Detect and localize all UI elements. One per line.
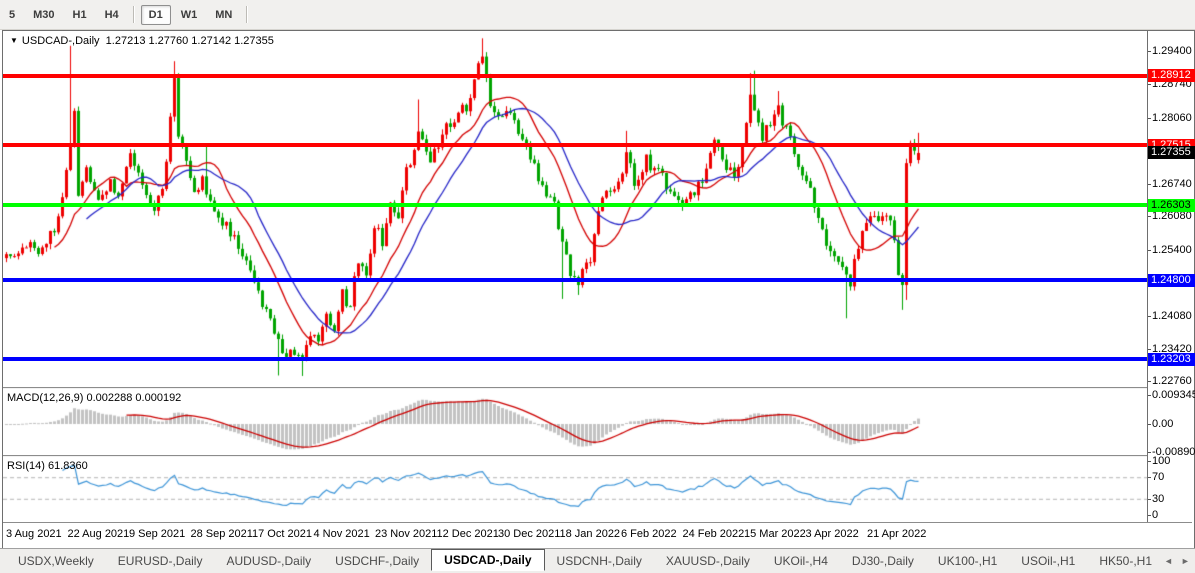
- date-label: 28 Sep 2021: [191, 528, 253, 540]
- panel-separator[interactable]: [3, 387, 1192, 390]
- time-axis[interactable]: 3 Aug 2021 22 Aug 20219 Sep 2021 28 Sep 20…: [3, 522, 1192, 547]
- chart-tab-eurusd-daily[interactable]: EURUSD-,Daily: [106, 552, 215, 570]
- level-price-badge-1.26303: 1.26303: [1148, 199, 1195, 212]
- price-axis[interactable]: 1.294001.287401.280601.267401.260801.254…: [1147, 31, 1193, 522]
- date-label: 3 Aug 2021: [6, 528, 62, 540]
- level-price-badge-1.23203: 1.23203: [1148, 353, 1195, 366]
- macd-values: 0.002288 0.000192: [86, 392, 181, 404]
- chart-tab-usdcad-daily[interactable]: USDCAD-,Daily: [431, 549, 544, 571]
- chart-tab-usdx-weekly[interactable]: USDX,Weekly: [6, 552, 106, 570]
- chart-tab-ukoil-h4[interactable]: UKOil-,H4: [762, 552, 840, 570]
- current-price-badge: 1.27355: [1148, 146, 1195, 159]
- chart-ohlc-values: 1.27213 1.27760 1.27142 1.27355: [106, 35, 274, 47]
- date-label: 18 Jan 2022: [560, 528, 621, 540]
- price-axis-tick: 1.28060: [1148, 112, 1195, 124]
- price-axis-tick: 1.24080: [1148, 310, 1195, 322]
- chart-tab-xauusd-daily[interactable]: XAUUSD-,Daily: [654, 552, 762, 570]
- timeframe-button-w1[interactable]: W1: [173, 5, 206, 25]
- date-label: 24 Feb 2022: [683, 528, 745, 540]
- chart-title: ▼ USDCAD-,Daily 1.27213 1.27760 1.27142 1…: [10, 35, 274, 47]
- price-axis-tick: 1.22760: [1148, 375, 1195, 387]
- price-axis-tick: 1.25400: [1148, 244, 1195, 256]
- date-label: 21 Apr 2022: [867, 528, 926, 540]
- toolbar-separator: [133, 6, 135, 23]
- date-label: 3 Apr 2022: [806, 528, 859, 540]
- rsi-value: 61.8360: [48, 460, 88, 472]
- chart-tab-bar: USDX,WeeklyEURUSD-,DailyAUDUSD-,DailyUSD…: [0, 548, 1195, 573]
- macd-axis-tick: 0.009345: [1148, 389, 1195, 401]
- timeframe-button-h4[interactable]: H4: [97, 5, 127, 25]
- chart-tab-usdchf-daily[interactable]: USDCHF-,Daily: [323, 552, 431, 570]
- date-label: 30 Dec 2021: [498, 528, 560, 540]
- price-chart-canvas[interactable]: [3, 31, 1147, 522]
- timeframe-button-h1[interactable]: H1: [65, 5, 95, 25]
- price-axis-tick: 1.29400: [1148, 45, 1195, 57]
- timeframe-toolbar: 5M30H1H4 D1W1MN: [0, 0, 1195, 30]
- date-label: 17 Oct 2021: [252, 528, 312, 540]
- horizontal-level-line-1.26303[interactable]: [3, 203, 1147, 207]
- timeframe-button-m30[interactable]: M30: [25, 5, 62, 25]
- chart-tab-usdcnh-daily[interactable]: USDCNH-,Daily: [545, 552, 654, 570]
- date-label: 4 Nov 2021: [314, 528, 370, 540]
- rsi-axis-tick: 100: [1148, 455, 1195, 467]
- date-label: 6 Feb 2022: [621, 528, 677, 540]
- macd-axis-tick: 0.00: [1148, 418, 1195, 430]
- rsi-axis-tick: 70: [1148, 471, 1195, 483]
- horizontal-level-line-1.28912[interactable]: [3, 74, 1147, 78]
- rsi-indicator-label: RSI(14) 61.8360: [7, 460, 88, 472]
- date-label: 15 Mar 2022: [744, 528, 806, 540]
- macd-indicator-label: MACD(12,26,9) 0.002288 0.000192: [7, 392, 181, 404]
- mt-terminal: 5M30H1H4 D1W1MN ▼ USDCAD-,Daily 1.27213 1.…: [0, 0, 1195, 573]
- timeframe-button-5[interactable]: 5: [1, 5, 23, 25]
- date-label: 12 Dec 2021: [437, 528, 499, 540]
- horizontal-level-line-1.24800[interactable]: [3, 278, 1147, 282]
- date-label: 22 Aug 2021: [68, 528, 130, 540]
- tabs-scroll-left-icon[interactable]: ◄: [1164, 556, 1173, 566]
- panel-separator[interactable]: [3, 455, 1192, 458]
- price-axis-tick: 1.26080: [1148, 210, 1195, 222]
- level-price-badge-1.28912: 1.28912: [1148, 69, 1195, 82]
- toolbar-separator: [246, 6, 248, 23]
- timeframe-button-mn[interactable]: MN: [207, 5, 240, 25]
- chart-window: ▼ USDCAD-,Daily 1.27213 1.27760 1.27142 1…: [2, 30, 1195, 549]
- horizontal-level-line-1.27515[interactable]: [3, 143, 1147, 147]
- rsi-axis-tick: 30: [1148, 493, 1195, 505]
- chart-tab-uk100-h1[interactable]: UK100-,H1: [926, 552, 1009, 570]
- tabs-scroll-right-icon[interactable]: ►: [1181, 556, 1190, 566]
- date-label: 23 Nov 2021: [375, 528, 437, 540]
- timeframe-button-d1[interactable]: D1: [141, 5, 171, 25]
- horizontal-level-line-1.23203[interactable]: [3, 357, 1147, 361]
- price-axis-tick: 1.26740: [1148, 178, 1195, 190]
- level-price-badge-1.24800: 1.24800: [1148, 274, 1195, 287]
- chart-tab-hk50-h1[interactable]: HK50-,H1: [1087, 552, 1164, 570]
- chart-tab-usoil-h1[interactable]: USOil-,H1: [1009, 552, 1087, 570]
- date-label: 9 Sep 2021: [129, 528, 185, 540]
- rsi-axis-tick: 0: [1148, 509, 1195, 521]
- chevron-down-icon: ▼: [10, 36, 18, 45]
- chart-symbol-label: USDCAD-,Daily: [22, 35, 100, 47]
- chart-tab-dj30-daily[interactable]: DJ30-,Daily: [840, 552, 926, 570]
- chart-tab-audusd-daily[interactable]: AUDUSD-,Daily: [214, 552, 323, 570]
